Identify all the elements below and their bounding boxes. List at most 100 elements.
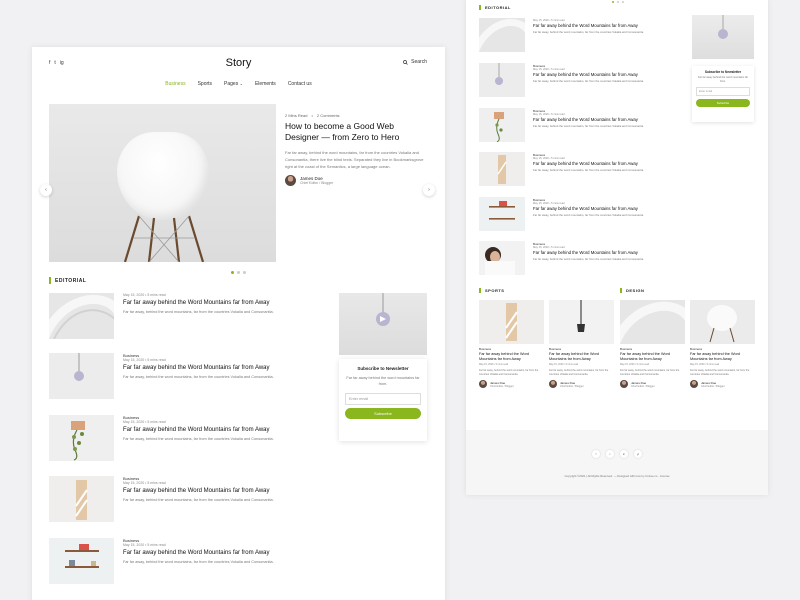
section-editorial: EDITORIAL [49, 277, 86, 284]
pencils-image [479, 300, 544, 344]
list-item[interactable]: Business May 15, 2020 • 5 mins read Far … [479, 152, 759, 186]
card-category[interactable]: Business [620, 347, 685, 351]
section-accent-bar [479, 5, 481, 10]
post-thumbnail[interactable] [479, 18, 525, 52]
post-title[interactable]: Far far away behind the Word Mountains f… [533, 206, 683, 211]
read-time: 2 Mins Read [285, 113, 308, 118]
card-date: May 15, 2020 • 5 mins read [620, 363, 650, 366]
post-title[interactable]: Far far away behind the Word Mountains f… [123, 488, 333, 494]
sidebar-image[interactable] [339, 293, 427, 355]
card-title[interactable]: Far far away behind the Word Mountains f… [479, 352, 544, 362]
post-thumbnail[interactable] [49, 353, 114, 399]
post-card[interactable]: Business Far far away behind the Word Mo… [690, 300, 755, 389]
site-logo[interactable]: Story [32, 57, 445, 69]
nav-item-contact[interactable]: Contact us [288, 81, 312, 87]
subscribe-button[interactable]: Subscribe [696, 99, 750, 107]
facebook-icon[interactable]: f [592, 450, 600, 458]
card-category[interactable]: Business [479, 347, 544, 351]
hero-title[interactable]: How to become a Good Web Designer — from… [285, 121, 425, 143]
card-author: James Doe Chief Editor / Blogger [549, 380, 614, 389]
post-title[interactable]: Far far away behind the Word Mountains f… [123, 365, 333, 371]
subscribe-button[interactable]: Subscribe [345, 408, 421, 419]
card-title[interactable]: Far far away behind the Word Mountains f… [549, 352, 614, 362]
card-title[interactable]: Far far away behind the Word Mountains f… [690, 352, 755, 362]
site-footer: f t in yt Copyright ©2021 | All Rights R… [466, 430, 768, 495]
post-thumbnail[interactable] [479, 108, 525, 142]
post-thumbnail[interactable] [479, 63, 525, 97]
slider-prev-button[interactable]: ‹ [40, 184, 52, 196]
nav-item-business[interactable]: Business [165, 81, 185, 87]
section-accent-bar [49, 277, 51, 284]
twitter-icon[interactable]: t [606, 450, 614, 458]
list-item[interactable]: Business May 15, 2020 • 5 mins read Far … [49, 476, 329, 522]
youtube-icon[interactable]: yt [634, 450, 642, 458]
post-title[interactable]: Far far away behind the Word Mountains f… [533, 117, 683, 122]
card-category[interactable]: Business [549, 347, 614, 351]
email-field[interactable]: Enter email [345, 393, 421, 405]
list-item[interactable]: Business May 15, 2020 • 5 mins read Far … [49, 353, 329, 399]
slider-dot[interactable] [622, 1, 624, 3]
list-item[interactable]: Business May 15, 2020 • 5 mins read Far … [49, 415, 329, 461]
sidebar-image[interactable] [692, 15, 754, 59]
post-title[interactable]: Far far away behind the Word Mountains f… [533, 72, 683, 77]
nav-item-elements[interactable]: Elements [255, 81, 276, 87]
post-thumbnail[interactable] [479, 152, 525, 186]
hero-image[interactable] [49, 104, 276, 262]
list-item[interactable]: Business May 15, 2020 • 5 mins read Far … [479, 241, 759, 275]
post-title[interactable]: Far far away behind the Word Mountains f… [533, 161, 683, 166]
post-date: May 15, 2020 • 5 mins read [123, 293, 166, 297]
post-thumbnail[interactable] [49, 415, 114, 461]
slider-dot[interactable] [237, 271, 240, 274]
list-item[interactable]: Business May 15, 2020 • 5 mins read Far … [49, 538, 329, 584]
post-title[interactable]: Far far away behind the Word Mountains f… [123, 550, 333, 556]
lamp-image [49, 353, 114, 399]
card-author: James Doe Chief Editor / Blogger [479, 380, 544, 389]
search-button[interactable]: Search [403, 59, 427, 65]
post-thumbnail[interactable] [479, 197, 525, 231]
list-item[interactable]: Business May 15, 2020 • 5 mins read Far … [479, 197, 759, 231]
email-field[interactable]: Enter email [696, 87, 750, 96]
slider-next-button[interactable]: › [423, 184, 435, 196]
hero-meta: 2 Mins Read • 2 Comments [285, 113, 425, 118]
avatar [620, 380, 628, 389]
post-title[interactable]: Far far away behind the Word Mountains f… [123, 427, 333, 433]
post-date: May 15, 2020 • 5 mins read [533, 157, 565, 160]
section-accent-bar [620, 288, 622, 293]
search-label: Search [411, 59, 427, 65]
chair-image [117, 132, 209, 220]
card-image[interactable] [549, 300, 614, 344]
lamp-image [718, 15, 728, 39]
nav-item-pages[interactable]: Pages ⌄ [224, 81, 243, 87]
slider-dot[interactable] [231, 271, 234, 274]
nav-item-sports[interactable]: Sports [198, 81, 212, 87]
linkedin-icon[interactable]: in [620, 450, 628, 458]
card-image[interactable] [620, 300, 685, 344]
post-excerpt: Far far away, behind the word mountains,… [533, 213, 644, 217]
comments-count[interactable]: 2 Comments [317, 113, 340, 118]
post-title[interactable]: Far far away behind the Word Mountains f… [123, 300, 333, 306]
slider-dot[interactable] [612, 1, 614, 3]
post-thumbnail[interactable] [49, 293, 114, 339]
card-image[interactable] [479, 300, 544, 344]
avatar [690, 380, 698, 389]
list-item[interactable]: May 15, 2020 • 5 mins read Far far away … [49, 293, 329, 339]
card-title[interactable]: Far far away behind the Word Mountains f… [620, 352, 685, 362]
post-title[interactable]: Far far away behind the Word Mountains f… [533, 250, 683, 255]
shelf-image [479, 197, 525, 231]
post-thumbnail[interactable] [479, 241, 525, 275]
post-thumbnail[interactable] [49, 538, 114, 584]
post-title[interactable]: Far far away behind the Word Mountains f… [533, 23, 683, 28]
post-thumbnail[interactable] [49, 476, 114, 522]
card-image[interactable] [690, 300, 755, 344]
slider-dot[interactable] [243, 271, 246, 274]
plant-image [49, 415, 114, 461]
section-title: EDITORIAL [55, 277, 87, 284]
post-card[interactable]: Business Far far away behind the Word Mo… [479, 300, 544, 389]
card-category[interactable]: Business [690, 347, 755, 351]
slider-dot[interactable] [617, 1, 619, 3]
post-excerpt: Far far away, behind the word mountains,… [533, 257, 644, 261]
post-card[interactable]: Business Far far away behind the Word Mo… [549, 300, 614, 389]
chevron-down-icon: ⌄ [239, 81, 243, 86]
post-card[interactable]: Business Far far away behind the Word Mo… [620, 300, 685, 389]
abstract-arch-image [620, 300, 685, 344]
